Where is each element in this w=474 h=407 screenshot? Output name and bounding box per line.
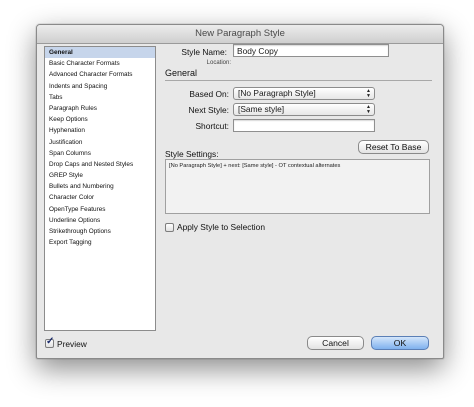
sidebar-item[interactable]: Paragraph Rules: [45, 103, 155, 114]
next-style-value: [Same style]: [238, 104, 285, 114]
sidebar-item[interactable]: Character Color: [45, 192, 155, 203]
sidebar-item[interactable]: Span Columns: [45, 148, 155, 159]
sidebar-item[interactable]: OpenType Features: [45, 204, 155, 215]
based-on-label: Based On:: [189, 89, 229, 99]
checkmark-icon: ✓: [46, 336, 55, 347]
section-divider: [165, 80, 432, 81]
reset-to-base-button[interactable]: Reset To Base: [358, 140, 429, 154]
sidebar-item[interactable]: Strikethrough Options: [45, 226, 155, 237]
next-style-label: Next Style:: [188, 105, 230, 115]
window-title: New Paragraph Style: [37, 25, 443, 44]
chevron-updown-icon: ▲ ▼: [366, 103, 371, 115]
sidebar-item[interactable]: Justification: [45, 137, 155, 148]
chevron-updown-icon: ▲ ▼: [366, 87, 371, 99]
sidebar-item[interactable]: Basic Character Formats: [45, 58, 155, 69]
category-list[interactable]: General Basic Character Formats Advanced C…: [44, 46, 156, 331]
cancel-button[interactable]: Cancel: [307, 336, 364, 350]
sidebar-item[interactable]: Tabs: [45, 92, 155, 103]
ok-button[interactable]: OK: [371, 336, 429, 350]
sidebar-item[interactable]: Underline Options: [45, 215, 155, 226]
section-title: General: [165, 68, 198, 78]
sidebar-item[interactable]: Export Tagging: [45, 237, 155, 248]
sidebar-item[interactable]: Keep Options: [45, 114, 155, 125]
new-paragraph-style-dialog: New Paragraph Style General Basic Charact…: [36, 24, 444, 359]
sidebar-item[interactable]: Indents and Spacing: [45, 81, 155, 92]
sidebar-item[interactable]: Hyphenation: [45, 125, 155, 136]
style-settings-box: [No Paragraph Style] + next: [Same style…: [165, 159, 430, 214]
sidebar-item[interactable]: General: [45, 47, 155, 59]
apply-style-checkbox[interactable]: [165, 223, 174, 232]
based-on-select[interactable]: [No Paragraph Style] ▲ ▼: [233, 87, 375, 100]
style-settings-label: Style Settings:: [165, 149, 219, 159]
sidebar-item[interactable]: Bullets and Numbering: [45, 181, 155, 192]
sidebar-item[interactable]: GREP Style: [45, 170, 155, 181]
sidebar-item[interactable]: Advanced Character Formats: [45, 69, 155, 80]
location-label: Location:: [206, 60, 231, 66]
style-name-input[interactable]: Body Copy: [233, 44, 389, 57]
apply-style-label: Apply Style to Selection: [177, 222, 265, 232]
preview-label: Preview: [57, 339, 87, 349]
next-style-select[interactable]: [Same style] ▲ ▼: [233, 103, 375, 116]
style-name-label: Style Name:: [181, 47, 227, 57]
based-on-value: [No Paragraph Style]: [238, 88, 316, 98]
shortcut-label: Shortcut:: [195, 121, 229, 131]
shortcut-input[interactable]: [233, 119, 375, 132]
sidebar-item[interactable]: Drop Caps and Nested Styles: [45, 159, 155, 170]
preview-checkbox[interactable]: ✓: [45, 336, 55, 348]
